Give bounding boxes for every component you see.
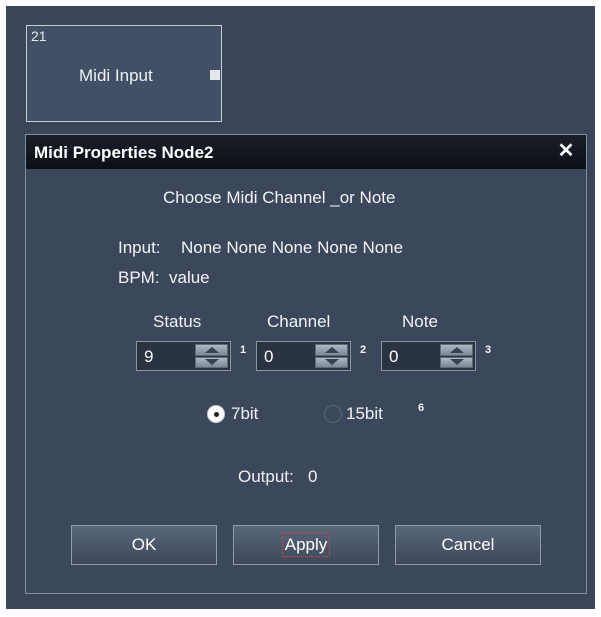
status-spinner-arrows	[195, 344, 228, 368]
close-icon[interactable]: ✕	[556, 141, 576, 161]
radio-15bit-index: 6	[418, 402, 425, 414]
node-id: 21	[31, 28, 47, 44]
note-index: 3	[485, 344, 492, 356]
channel-spinner[interactable]: 0	[256, 341, 351, 371]
chevron-down-icon	[204, 359, 219, 366]
channel-label: Channel	[267, 312, 331, 331]
midi-properties-dialog: Midi Properties Node2 ✕ Choose Midi Chan…	[25, 134, 587, 594]
note-up-button[interactable]	[440, 344, 473, 356]
midi-input-node[interactable]: 21 Midi Input	[26, 25, 222, 122]
bpm-label: BPM:	[118, 268, 160, 287]
dialog-heading: Choose Midi Channel _or Note	[163, 188, 396, 207]
output-value: 0	[308, 467, 318, 486]
chevron-up-icon	[324, 346, 339, 353]
dialog-titlebar[interactable]: Midi Properties Node2 ✕	[26, 135, 586, 169]
status-up-button[interactable]	[195, 344, 228, 356]
chevron-up-icon	[449, 346, 464, 353]
chevron-down-icon	[449, 359, 464, 366]
node-label: Midi Input	[79, 66, 153, 85]
channel-down-button[interactable]	[315, 356, 348, 368]
ok-button[interactable]: OK	[71, 525, 217, 565]
note-spinner[interactable]: 0	[381, 341, 476, 371]
apply-button-label: Apply	[281, 532, 331, 557]
bpm-value: value	[169, 268, 210, 287]
status-value[interactable]: 9	[144, 347, 153, 367]
status-spinner[interactable]: 9	[136, 341, 231, 371]
apply-button[interactable]: Apply	[233, 525, 379, 565]
radio-7bit[interactable]	[207, 405, 225, 423]
dialog-title: Midi Properties Node2	[34, 143, 214, 162]
workspace-canvas: 21 Midi Input Midi Properties Node2 ✕ Ch…	[6, 6, 595, 609]
status-label: Status	[153, 312, 202, 331]
channel-up-button[interactable]	[315, 344, 348, 356]
input-values: None None None None None	[181, 238, 404, 257]
channel-value[interactable]: 0	[264, 347, 273, 367]
note-spinner-arrows	[440, 344, 473, 368]
note-value[interactable]: 0	[389, 347, 398, 367]
channel-spinner-arrows	[315, 344, 348, 368]
cancel-button[interactable]: Cancel	[395, 525, 541, 565]
radio-15bit-label[interactable]: 15bit	[346, 404, 383, 424]
note-label: Note	[402, 312, 438, 331]
chevron-up-icon	[204, 346, 219, 353]
cancel-button-label: Cancel	[441, 535, 495, 554]
radio-15bit[interactable]	[324, 405, 342, 423]
radio-7bit-label[interactable]: 7bit	[231, 404, 258, 424]
note-down-button[interactable]	[440, 356, 473, 368]
status-index: 1	[240, 344, 247, 356]
chevron-down-icon	[324, 359, 339, 366]
channel-index: 2	[360, 344, 367, 356]
status-down-button[interactable]	[195, 356, 228, 368]
ok-button-label: OK	[131, 535, 157, 554]
output-label: Output:	[238, 467, 294, 486]
input-label: Input:	[118, 238, 161, 257]
node-output-port[interactable]	[210, 70, 220, 80]
